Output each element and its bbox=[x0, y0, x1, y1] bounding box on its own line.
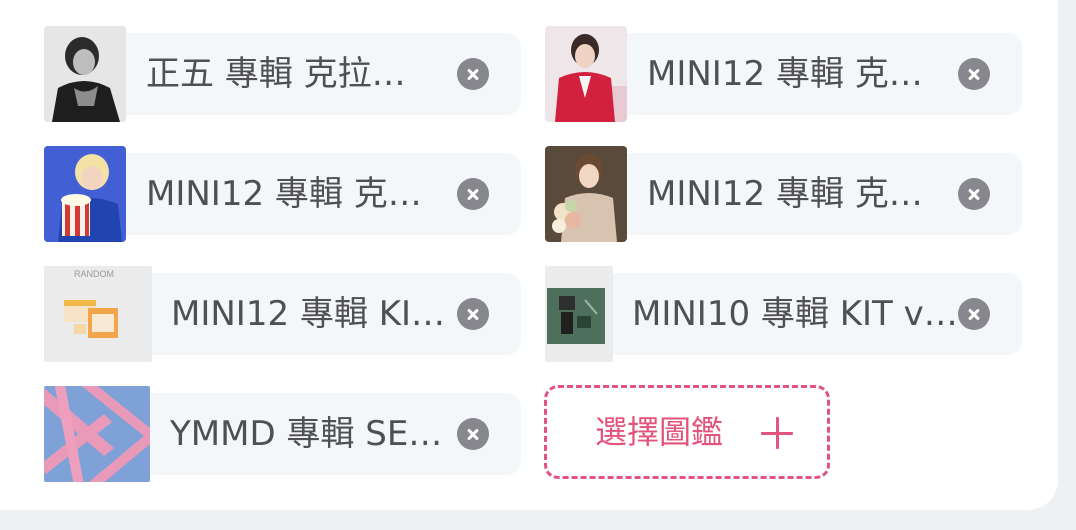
item-thumbnail bbox=[545, 266, 613, 362]
item-thumbnail bbox=[44, 146, 126, 242]
item-label: MINI12 專輯 克… bbox=[647, 174, 923, 214]
item-thumbnail bbox=[44, 386, 150, 482]
selected-item-chip: RANDOM MINI12 專輯 KI… bbox=[44, 266, 521, 362]
selected-item-chip: MINI12 專輯 克… bbox=[44, 146, 521, 242]
item-thumbnail bbox=[44, 26, 126, 122]
remove-item-icon[interactable] bbox=[457, 58, 489, 90]
item-thumbnail bbox=[545, 146, 627, 242]
remove-item-icon[interactable] bbox=[958, 58, 990, 90]
item-thumbnail bbox=[545, 26, 627, 122]
item-label: 正五 專輯 克拉… bbox=[146, 54, 406, 94]
item-thumbnail: RANDOM bbox=[44, 266, 152, 362]
plus-icon bbox=[761, 417, 793, 449]
item-label: MINI12 專輯 KI… bbox=[171, 294, 446, 334]
item-label: MINI12 專輯 克… bbox=[146, 174, 422, 214]
selected-item-chip: 正五 專輯 克拉… bbox=[44, 26, 521, 122]
remove-item-icon[interactable] bbox=[457, 178, 489, 210]
remove-item-icon[interactable] bbox=[958, 298, 990, 330]
item-label: MINI12 專輯 克… bbox=[647, 54, 923, 94]
remove-item-icon[interactable] bbox=[457, 418, 489, 450]
item-label: MINI10 專輯 KIT v… bbox=[632, 294, 958, 334]
selected-item-chip: YMMD 專輯 SE… bbox=[44, 386, 521, 482]
selected-item-chip: MINI10 專輯 KIT v… bbox=[545, 266, 1022, 362]
selected-item-chip: MINI12 專輯 克… bbox=[545, 26, 1022, 122]
select-collection-button[interactable]: 選擇圖鑑 bbox=[544, 385, 830, 479]
thumbnail-caption: RANDOM bbox=[74, 269, 114, 279]
selected-item-chip: MINI12 專輯 克… bbox=[545, 146, 1022, 242]
item-label: YMMD 專輯 SE… bbox=[170, 414, 443, 454]
remove-item-icon[interactable] bbox=[958, 178, 990, 210]
remove-item-icon[interactable] bbox=[457, 298, 489, 330]
select-collection-label: 選擇圖鑑 bbox=[595, 413, 724, 451]
